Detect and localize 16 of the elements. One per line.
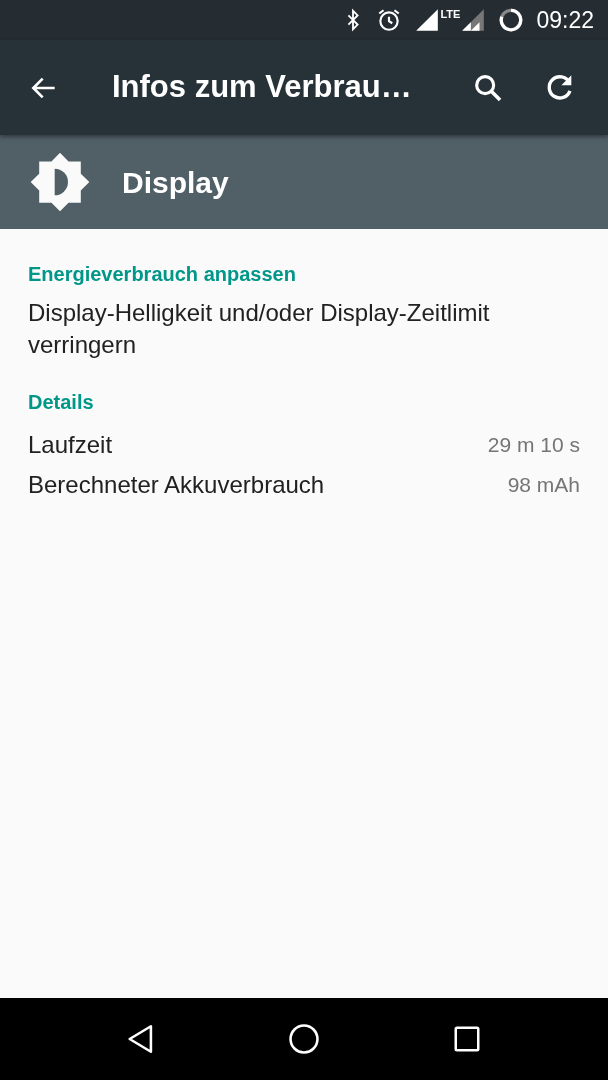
app-title: Display [122,164,229,201]
detail-value: 98 mAh [507,472,580,499]
summary-text: Display-Helligkeit und/oder Display-Zeitlimit verringern [28,298,491,360]
detail-label: Berechneter Akkuverbrauch [28,470,325,500]
signal-icon [460,7,487,33]
section-heading: Energieverbrauch anpassen [28,262,297,287]
battery-icon [498,7,525,33]
detail-label: Laufzeit [28,430,113,460]
detail-value: 29 m 10 s [487,432,580,459]
toolbar-title: Infos zum Verbrau… [112,68,413,107]
clock-time: 09:22 [536,5,594,35]
circle-icon [287,1022,321,1056]
brightness-icon [28,150,92,214]
section-heading: Details [28,390,95,415]
network-type-label: LTE [440,9,461,20]
signal-icon [414,7,441,33]
